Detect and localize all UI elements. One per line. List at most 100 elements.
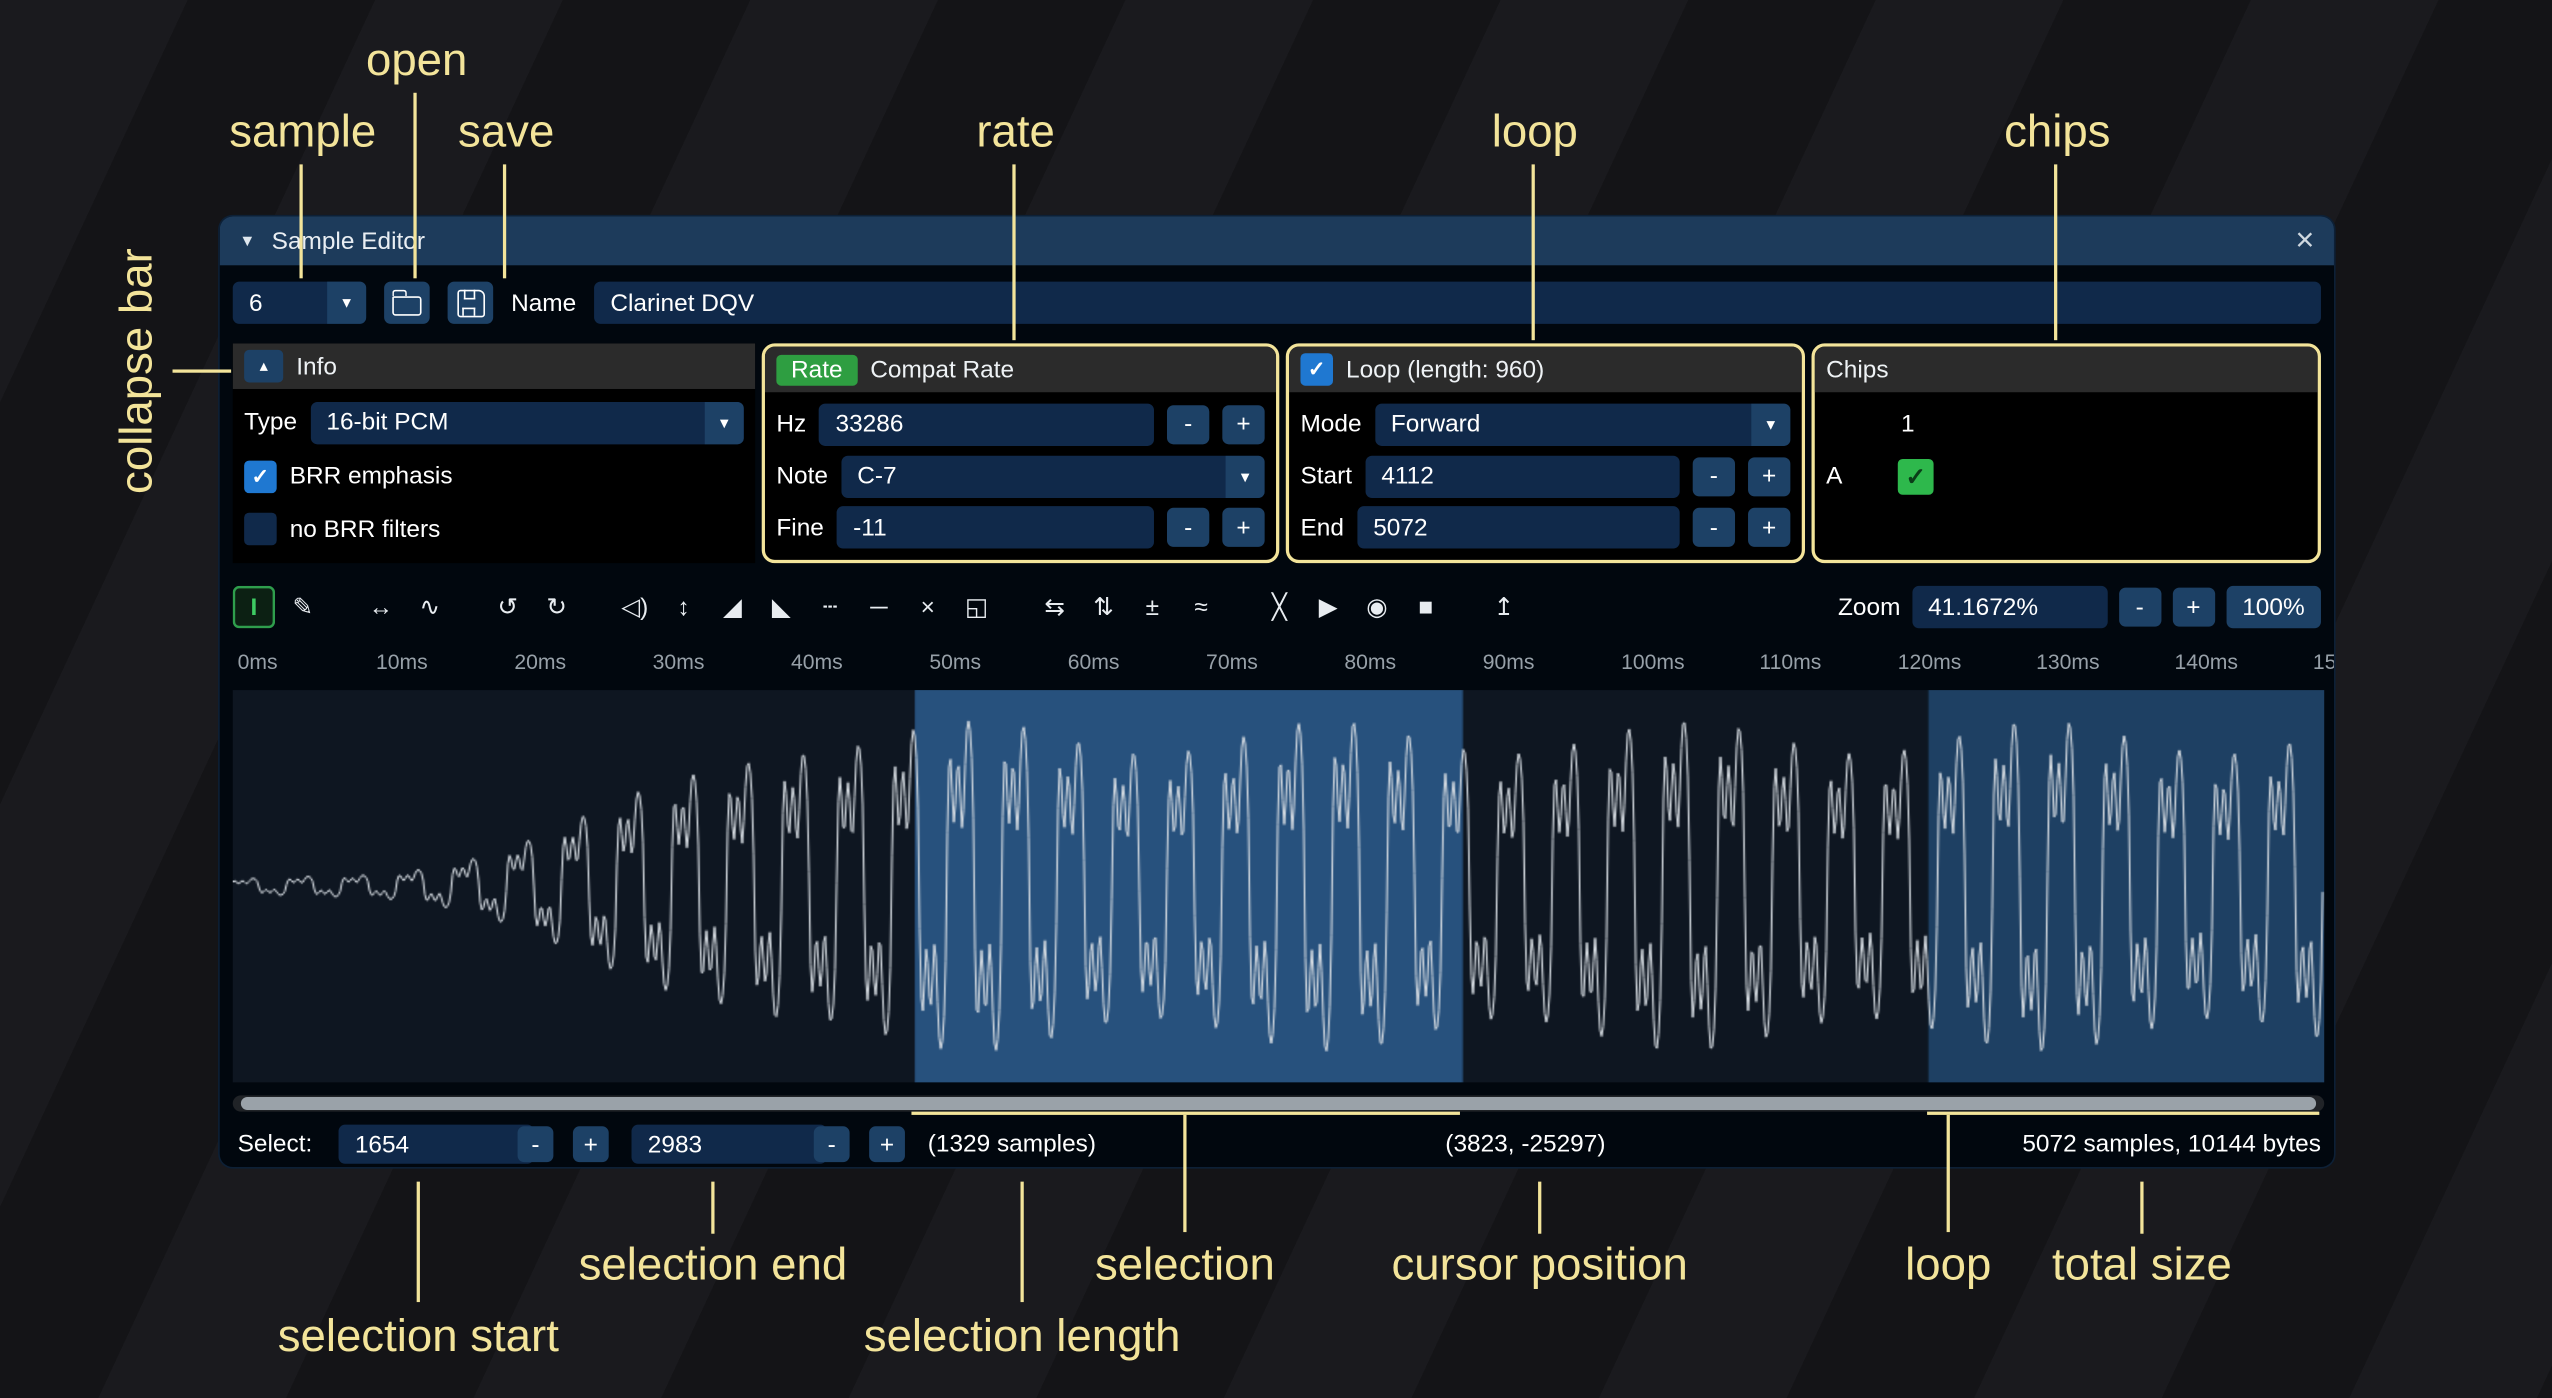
window-collapse-icon[interactable]: ▼ — [239, 232, 255, 250]
resize-icon[interactable]: ↔ — [360, 586, 402, 628]
selection-end-decrement-button[interactable]: - — [814, 1126, 850, 1162]
status-row: Select: 1654 - + 2983 - + (1329 samples)… — [233, 1121, 2321, 1167]
tab-compat-rate[interactable]: Compat Rate — [870, 356, 1014, 384]
timeline-label: 50ms — [929, 649, 981, 673]
open-button[interactable] — [384, 282, 430, 324]
sample-number: 6 — [233, 289, 279, 317]
loop-mode-dropdown[interactable]: Forward ▼ — [1375, 403, 1791, 445]
toolbar-icons: I✎ ↔∿ ↺↻ ◁)↕◢◣┄─×◱ ⇆⇅±≈ ╳▶◉■ ↥ — [233, 586, 1525, 628]
fine-label: Fine — [776, 514, 824, 542]
edit-select-icon[interactable]: I — [233, 586, 275, 628]
chip-enable-checkbox[interactable]: ✓ — [1898, 458, 1934, 494]
zoom-controls: Zoom 41.1672% - + 100% — [1838, 586, 2321, 628]
loop-end-label: End — [1300, 514, 1343, 542]
save-button[interactable] — [448, 282, 494, 324]
filter-icon[interactable]: ≈ — [1180, 586, 1222, 628]
tab-rate[interactable]: Rate — [776, 354, 857, 385]
sample-row: 6 ▼ Name Clarinet DQV — [220, 265, 2334, 340]
no-brr-filters-checkbox[interactable] — [244, 513, 277, 546]
annotation-selection-end: selection end — [579, 1239, 848, 1291]
chip-index: 1 — [1901, 411, 1915, 439]
selection-start-decrement-button[interactable]: - — [518, 1126, 554, 1162]
panels-row: ▴ Info Type 16-bit PCM ▼ ✓ BRR emphasis — [220, 343, 2334, 563]
close-icon[interactable]: × — [2295, 225, 2314, 258]
delete-icon[interactable]: × — [907, 586, 949, 628]
chevron-down-icon[interactable]: ▼ — [705, 402, 744, 444]
chevron-down-icon[interactable]: ▼ — [1226, 455, 1265, 497]
preview-icon[interactable]: ▶ — [1307, 586, 1349, 628]
name-input[interactable]: Clarinet DQV — [594, 282, 2321, 324]
fade-in-icon[interactable]: ◢ — [711, 586, 753, 628]
timeline-label: 30ms — [653, 649, 705, 673]
check-icon: ✓ — [252, 463, 270, 489]
import-icon[interactable]: ↥ — [1483, 586, 1525, 628]
fine-input[interactable]: -11 — [837, 507, 1154, 549]
type-value: 16-bit PCM — [310, 409, 465, 437]
loop-start-increment-button[interactable]: + — [1748, 457, 1790, 496]
titlebar[interactable]: ▼ Sample Editor × — [220, 216, 2334, 265]
crossfade-icon[interactable]: ╳ — [1258, 586, 1300, 628]
annotation-chips: chips — [2004, 106, 2110, 158]
chevron-down-icon[interactable]: ▼ — [327, 282, 366, 324]
timeline-label: 110ms — [1759, 649, 1821, 673]
stop-icon[interactable]: ■ — [1405, 586, 1447, 628]
sign-icon[interactable]: ± — [1131, 586, 1173, 628]
type-label: Type — [244, 409, 297, 437]
loop-start-decrement-button[interactable]: - — [1693, 457, 1735, 496]
sample-selector[interactable]: 6 ▼ — [233, 282, 366, 324]
selection-end-input[interactable]: 2983 — [632, 1125, 827, 1164]
zoom-reset-button[interactable]: 100% — [2226, 586, 2321, 628]
zoom-in-button[interactable]: + — [2172, 588, 2214, 627]
zoom-out-button[interactable]: - — [2119, 588, 2161, 627]
normalize-icon[interactable]: ↕ — [662, 586, 704, 628]
loop-end-decrement-button[interactable]: - — [1693, 508, 1735, 547]
selection-start-increment-button[interactable]: + — [573, 1126, 609, 1162]
toolbar: I✎ ↔∿ ↺↻ ◁)↕◢◣┄─×◱ ⇆⇅±≈ ╳▶◉■ ↥ Zoom 41.1672% -… — [233, 579, 2321, 634]
annotation-selection-length: selection length — [864, 1310, 1181, 1362]
insert-silence-icon[interactable]: ┄ — [809, 586, 851, 628]
loop-checkbox[interactable]: ✓ — [1300, 353, 1333, 386]
zoom-input[interactable]: 41.1672% — [1912, 586, 2107, 628]
chips-panel: Chips 1 A ✓ — [1812, 343, 2321, 563]
loop-panel-title: Loop (length: 960) — [1346, 356, 1544, 384]
resample-icon[interactable]: ∿ — [409, 586, 451, 628]
loop-start-input[interactable]: 4112 — [1365, 455, 1680, 497]
selection-end-increment-button[interactable]: + — [869, 1126, 905, 1162]
scrollbar-thumb[interactable] — [241, 1097, 2316, 1110]
redo-icon[interactable]: ↻ — [535, 586, 577, 628]
annotation-loop: loop — [1492, 106, 1578, 158]
selection-start-input[interactable]: 1654 — [339, 1125, 534, 1164]
hz-label: Hz — [776, 411, 806, 439]
undo-icon[interactable]: ↺ — [487, 586, 529, 628]
fine-decrement-button[interactable]: - — [1167, 508, 1209, 547]
info-panel-header: ▴ Info — [233, 343, 755, 389]
loop-end-increment-button[interactable]: + — [1748, 508, 1790, 547]
annotation-line-selection-start — [417, 1182, 420, 1302]
waveform-canvas[interactable] — [233, 690, 2324, 1082]
trim-icon[interactable]: ◱ — [955, 586, 997, 628]
rate-panel: Rate Compat Rate Hz 33286 - + Note C-7 — [762, 343, 1280, 563]
annotation-line-selection-end — [711, 1182, 714, 1234]
timeline-label: 90ms — [1483, 649, 1535, 673]
hz-increment-button[interactable]: + — [1222, 405, 1264, 444]
amplify-icon[interactable]: ◁) — [614, 586, 656, 628]
chevron-down-icon[interactable]: ▼ — [1751, 403, 1790, 445]
note-dropdown[interactable]: C-7 ▼ — [841, 455, 1265, 497]
fade-out-icon[interactable]: ◣ — [760, 586, 802, 628]
invert-icon[interactable]: ⇅ — [1082, 586, 1124, 628]
hz-decrement-button[interactable]: - — [1167, 405, 1209, 444]
edit-draw-icon[interactable]: ✎ — [282, 586, 324, 628]
collapse-bar-button[interactable]: ▴ — [244, 350, 283, 383]
waveform-scrollbar[interactable] — [233, 1095, 2324, 1111]
brr-emphasis-checkbox[interactable]: ✓ — [244, 460, 277, 493]
fine-increment-button[interactable]: + — [1222, 508, 1264, 547]
loop-end-input[interactable]: 5072 — [1357, 507, 1680, 549]
play-icon[interactable]: ◉ — [1356, 586, 1398, 628]
apply-silence-icon[interactable]: ─ — [858, 586, 900, 628]
hz-input[interactable]: 33286 — [819, 403, 1154, 445]
info-panel: ▴ Info Type 16-bit PCM ▼ ✓ BRR emphasis — [233, 343, 755, 563]
timeline-label: 150ms — [2313, 649, 2334, 673]
reverse-icon[interactable]: ⇆ — [1034, 586, 1076, 628]
loop-panel-header: ✓ Loop (length: 960) — [1289, 347, 1802, 393]
type-dropdown[interactable]: 16-bit PCM ▼ — [310, 402, 744, 444]
